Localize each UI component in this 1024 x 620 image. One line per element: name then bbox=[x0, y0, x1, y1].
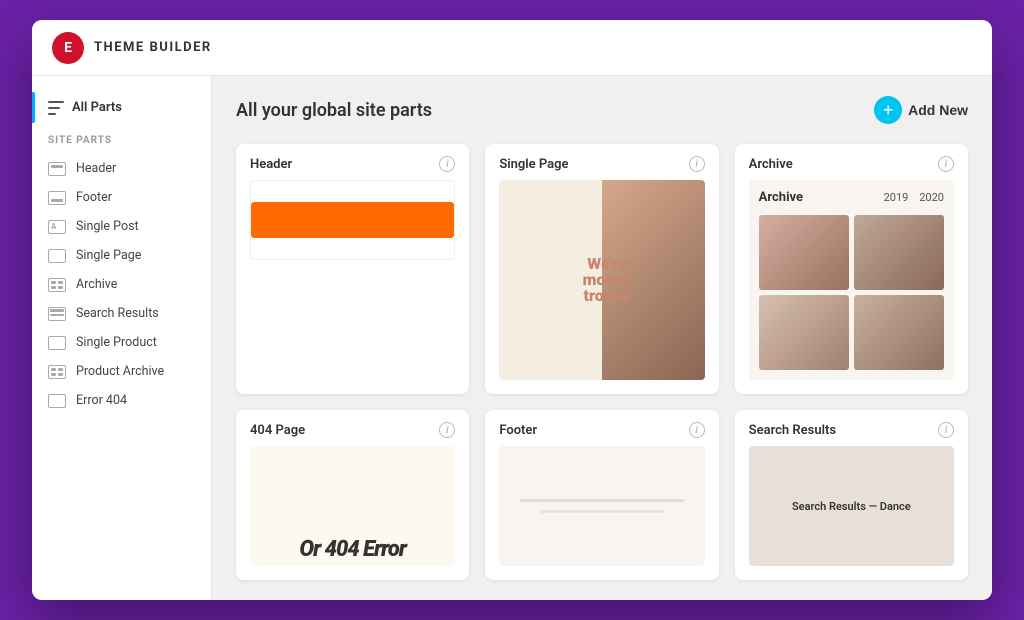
sidebar-item-header-label: Header bbox=[76, 161, 116, 176]
single-page-icon bbox=[48, 249, 66, 263]
card-title-search-results: Search Results bbox=[749, 423, 836, 438]
add-new-label: Add New bbox=[908, 102, 968, 118]
search-results-preview-inner: Search Results — Dance bbox=[749, 446, 954, 566]
card-preview-search-results: Search Results — Dance bbox=[749, 446, 954, 566]
archive-icon bbox=[48, 278, 66, 292]
content-header: All your global site parts + Add New bbox=[236, 96, 968, 124]
logo-icon: E bbox=[52, 32, 84, 64]
all-parts-label: All Parts bbox=[72, 100, 122, 115]
archive-img-1 bbox=[759, 215, 849, 290]
card-info-icon-footer[interactable]: i bbox=[689, 422, 705, 438]
card-info-icon-header[interactable]: i bbox=[439, 156, 455, 172]
error-preview: Or 404 Error bbox=[250, 446, 455, 566]
card-header-row-search-results: Search Results i bbox=[735, 410, 968, 446]
sidebar-item-error-404-label: Error 404 bbox=[76, 393, 127, 408]
sidebar-item-footer[interactable]: Footer bbox=[32, 183, 211, 212]
sidebar-item-search-results[interactable]: Search Results bbox=[32, 299, 211, 328]
card-preview-footer bbox=[499, 446, 704, 566]
card-title-header: Header bbox=[250, 157, 292, 172]
sidebar-item-product-archive[interactable]: Product Archive bbox=[32, 357, 211, 386]
sidebar-item-single-post-label: Single Post bbox=[76, 219, 139, 234]
error-text: Or 404 Error bbox=[299, 537, 406, 562]
archive-img-2 bbox=[854, 215, 944, 290]
app-window: E THEME BUILDER All Parts SITE PARTS Hea… bbox=[32, 20, 992, 600]
single-page-preview: We'remouvetroupe bbox=[499, 180, 704, 380]
sidebar-item-product-archive-label: Product Archive bbox=[76, 364, 164, 379]
archive-img-4 bbox=[854, 295, 944, 370]
sidebar-section-label: SITE PARTS bbox=[32, 135, 211, 146]
card-header-row: Header i bbox=[236, 144, 469, 180]
card-preview-header bbox=[250, 180, 455, 260]
single-page-text: We'remouvetroupe bbox=[573, 256, 632, 304]
sidebar: All Parts SITE PARTS Header Footer Singl… bbox=[32, 76, 212, 600]
header-orange-bar bbox=[251, 202, 454, 238]
sidebar-item-header[interactable]: Header bbox=[32, 154, 211, 183]
card-search-results[interactable]: Search Results i Search Results — Dance bbox=[735, 410, 968, 580]
card-header-row-footer: Footer i bbox=[485, 410, 718, 446]
main-layout: All Parts SITE PARTS Header Footer Singl… bbox=[32, 76, 992, 600]
card-header-row-archive: Archive i bbox=[735, 144, 968, 180]
sidebar-item-single-product[interactable]: Single Product bbox=[32, 328, 211, 357]
search-results-icon bbox=[48, 307, 66, 321]
footer-page-icon bbox=[48, 191, 66, 205]
sidebar-item-single-product-label: Single Product bbox=[76, 335, 157, 350]
card-title-single-page: Single Page bbox=[499, 157, 568, 172]
single-product-icon bbox=[48, 336, 66, 350]
footer-line-1 bbox=[520, 499, 684, 502]
add-new-icon: + bbox=[874, 96, 902, 124]
footer-preview-inner bbox=[499, 446, 704, 566]
product-archive-icon bbox=[48, 365, 66, 379]
footer-line-2 bbox=[540, 510, 663, 513]
cards-grid: Header i Single Page i bbox=[236, 144, 968, 580]
card-preview-404: Or 404 Error bbox=[250, 446, 455, 566]
filter-icon bbox=[48, 101, 64, 115]
top-bar: E THEME BUILDER bbox=[32, 20, 992, 76]
card-404[interactable]: 404 Page i Or 404 Error bbox=[236, 410, 469, 580]
app-title: THEME BUILDER bbox=[94, 40, 212, 55]
archive-img-3 bbox=[759, 295, 849, 370]
sidebar-item-error-404[interactable]: Error 404 bbox=[32, 386, 211, 415]
card-header-row-404: 404 Page i bbox=[236, 410, 469, 446]
card-footer[interactable]: Footer i bbox=[485, 410, 718, 580]
card-title-archive: Archive bbox=[749, 157, 793, 172]
card-info-icon-archive[interactable]: i bbox=[938, 156, 954, 172]
header-page-icon bbox=[48, 162, 66, 176]
page-title: All your global site parts bbox=[236, 100, 432, 121]
sidebar-item-archive-label: Archive bbox=[76, 277, 117, 292]
card-title-footer: Footer bbox=[499, 423, 537, 438]
card-info-icon-search-results[interactable]: i bbox=[938, 422, 954, 438]
card-title-404: 404 Page bbox=[250, 423, 305, 438]
card-header-row-single-page: Single Page i bbox=[485, 144, 718, 180]
card-single-page[interactable]: Single Page i We'remouvetroupe bbox=[485, 144, 718, 394]
sidebar-item-single-page-label: Single Page bbox=[76, 248, 141, 263]
sidebar-item-single-page[interactable]: Single Page bbox=[32, 241, 211, 270]
card-info-icon-404[interactable]: i bbox=[439, 422, 455, 438]
archive-years: 2019 2020 bbox=[884, 191, 944, 204]
card-header[interactable]: Header i bbox=[236, 144, 469, 394]
sidebar-item-footer-label: Footer bbox=[76, 190, 112, 205]
add-new-button[interactable]: + Add New bbox=[874, 96, 968, 124]
sidebar-all-parts[interactable]: All Parts bbox=[32, 92, 211, 123]
archive-label: Archive bbox=[759, 190, 803, 205]
card-archive[interactable]: Archive i Archive 2019 2020 bbox=[735, 144, 968, 394]
content-area: All your global site parts + Add New Hea… bbox=[212, 76, 992, 600]
search-results-preview-text: Search Results — Dance bbox=[792, 500, 911, 513]
sidebar-item-search-results-label: Search Results bbox=[76, 306, 159, 321]
sidebar-item-archive[interactable]: Archive bbox=[32, 270, 211, 299]
card-preview-archive: Archive 2019 2020 bbox=[749, 180, 954, 380]
card-info-icon-single-page[interactable]: i bbox=[689, 156, 705, 172]
error-404-icon bbox=[48, 394, 66, 408]
single-post-icon bbox=[48, 220, 66, 234]
sidebar-item-single-post[interactable]: Single Post bbox=[32, 212, 211, 241]
card-preview-single-page: We'remouvetroupe bbox=[499, 180, 704, 380]
